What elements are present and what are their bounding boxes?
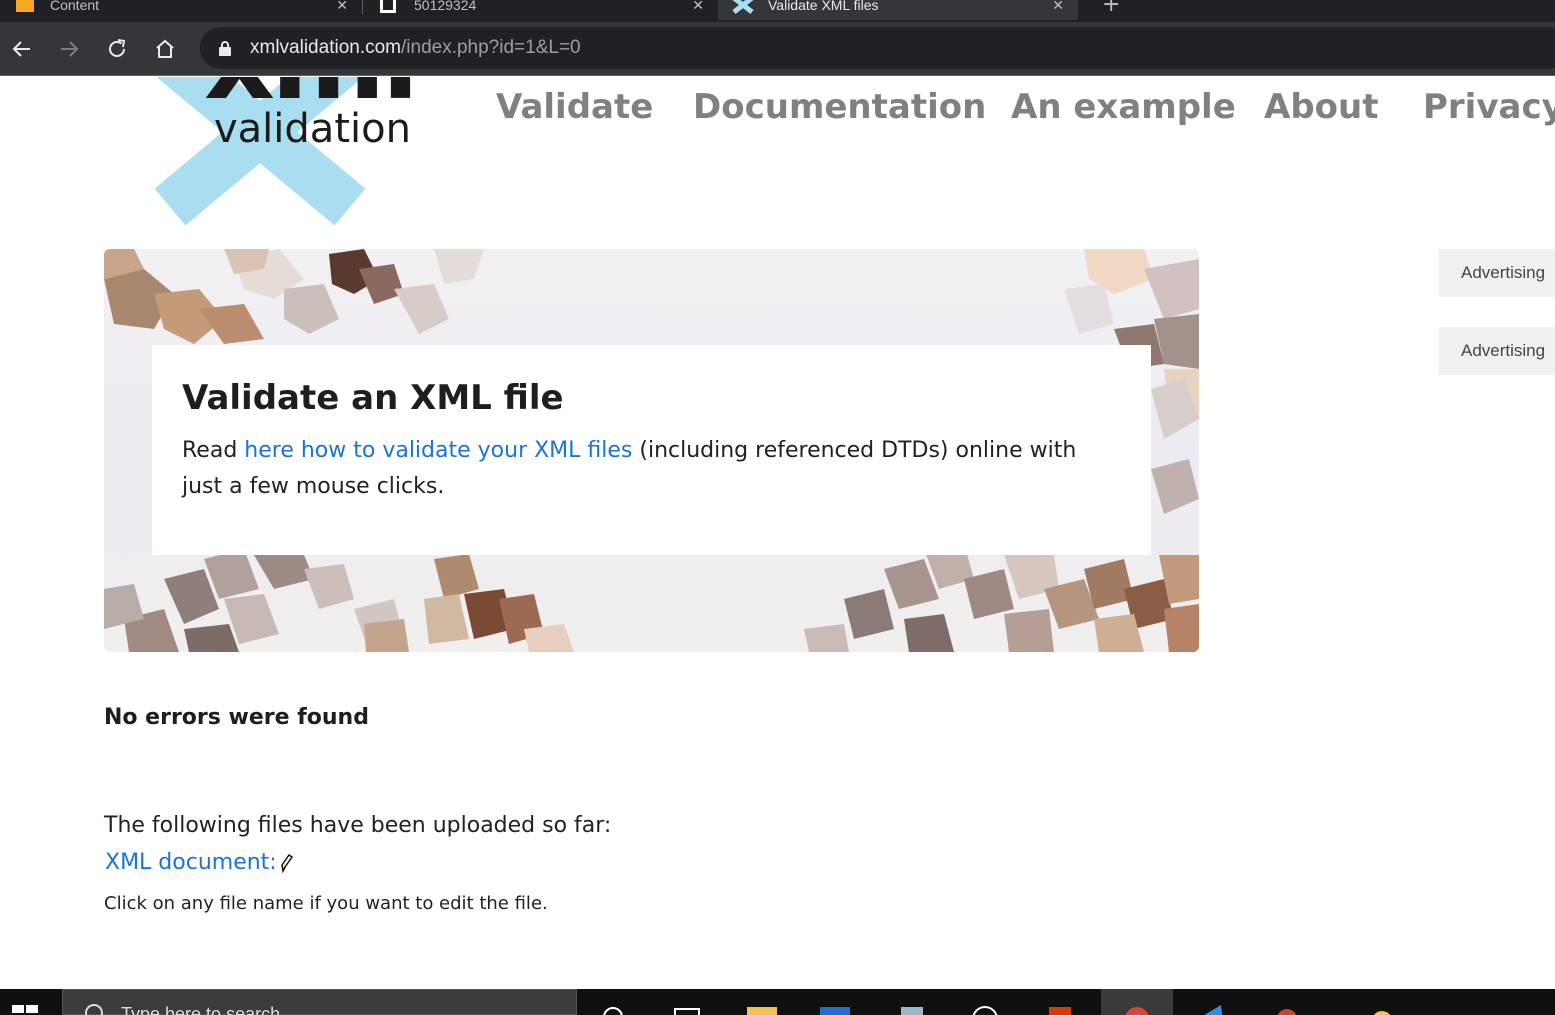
tab-separator: [362, 0, 363, 14]
browser-toolbar: xmlvalidation.com/index.php?id=1&L=0: [0, 22, 1555, 76]
how-to-validate-link[interactable]: here how to validate your XML files: [244, 438, 632, 463]
file-explorer-icon[interactable]: [745, 1001, 779, 1015]
tab-title: 50129324: [414, 0, 477, 13]
nav-example[interactable]: An example: [1011, 87, 1236, 127]
xml-document-label: XML document:: [105, 850, 277, 875]
office-icon[interactable]: [1043, 1001, 1077, 1015]
weather-icon[interactable]: [1365, 1001, 1399, 1015]
nav-privacy[interactable]: Privacy: [1423, 87, 1555, 127]
taskbar-search[interactable]: Type here to search: [62, 989, 577, 1015]
nav-documentation[interactable]: Documentation: [693, 87, 986, 127]
xml-validation-tab-icon: [732, 0, 754, 14]
close-icon[interactable]: ✕: [336, 0, 348, 14]
nav-validate[interactable]: Validate: [496, 87, 653, 127]
new-tab-button[interactable]: +: [1102, 0, 1120, 17]
url-path: /index.php?id=1&L=0: [401, 37, 581, 58]
home-icon: [156, 39, 174, 58]
tab-validate-xml[interactable]: Validate XML files ✕: [718, 0, 1078, 20]
hero-title: Validate an XML file: [182, 378, 564, 418]
arrow-right-icon: [61, 41, 79, 57]
app-red-icon[interactable]: [1270, 1001, 1304, 1015]
site-logo[interactable]: xml validation: [130, 77, 430, 227]
nav-about[interactable]: About: [1264, 87, 1378, 127]
web-page: xml validation Validate Documentation An…: [0, 77, 1555, 989]
hero-card: Validate an XML file Read here how to va…: [152, 345, 1151, 555]
tab-50129324[interactable]: 50129324 ✕: [364, 0, 718, 20]
address-bar[interactable]: xmlvalidation.com/index.php?id=1&L=0: [200, 27, 1555, 69]
xml-document-link[interactable]: XML document:: [105, 850, 293, 875]
validation-result: No errors were found: [104, 705, 369, 730]
edit-pencil-icon: [280, 853, 293, 873]
close-icon[interactable]: ✕: [1052, 0, 1064, 14]
chrome-icon[interactable]: [1120, 1001, 1154, 1015]
advertising-box[interactable]: Advertising: [1439, 249, 1555, 297]
notes-app-icon[interactable]: [895, 1001, 929, 1015]
app-circle-icon[interactable]: [968, 1001, 1002, 1015]
content-tab-icon: [16, 0, 34, 12]
lock-icon: [219, 41, 231, 56]
home-button[interactable]: [148, 32, 182, 66]
taskbar: Type here to search: [0, 989, 1555, 1015]
back-button[interactable]: [5, 32, 39, 66]
reload-icon: [109, 39, 126, 57]
logo-validation-text: validation: [214, 106, 411, 152]
taskbar-search-placeholder: Type here to search: [121, 1004, 281, 1015]
tab-title: Validate XML files: [768, 0, 879, 13]
forward-button[interactable]: [52, 32, 86, 66]
url-host: xmlvalidation.com: [250, 37, 401, 58]
arrow-left-icon: [12, 41, 30, 57]
reload-button[interactable]: [100, 32, 134, 66]
vscode-icon[interactable]: [1195, 1001, 1229, 1015]
cortana-icon[interactable]: [598, 1001, 632, 1015]
windows-start-icon[interactable]: [10, 1003, 40, 1015]
advertising-box[interactable]: Advertising: [1439, 327, 1555, 375]
mail-icon[interactable]: [818, 1001, 852, 1015]
uploaded-files-intro: The following files have been uploaded s…: [104, 813, 612, 838]
tab-content[interactable]: Content ✕: [0, 0, 362, 20]
hero-text-before: Read: [182, 438, 245, 463]
close-icon[interactable]: ✕: [692, 0, 704, 14]
tab-title: Content: [50, 0, 100, 13]
edit-hint: Click on any file name if you want to ed…: [104, 893, 548, 914]
hero-description: Read here how to validate your XML files…: [182, 433, 1121, 505]
task-view-icon[interactable]: [670, 1001, 704, 1015]
browser-tab-strip: Content ✕ 50129324 ✕ Validate XML files …: [0, 0, 1555, 22]
search-icon: [85, 1004, 103, 1015]
page-tab-icon: [380, 0, 396, 13]
hero-banner: Validate an XML file Read here how to va…: [104, 249, 1199, 652]
